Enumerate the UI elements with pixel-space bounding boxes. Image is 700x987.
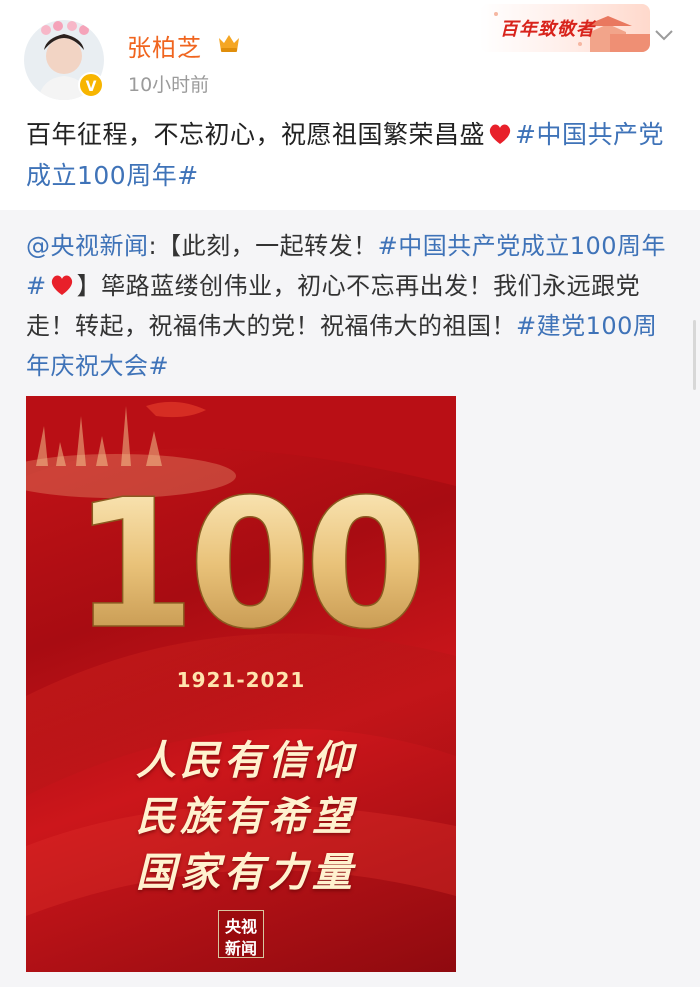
years-text: 1921-2021 <box>176 668 306 692</box>
bracket-text: 【此刻，一起转发！ <box>157 232 378 260</box>
slogan-line-3: 国家有力量 <box>136 850 356 896</box>
verified-icon: V <box>78 72 104 98</box>
poster-image[interactable]: 100 1921-2021 人民有信仰 民族有希望 国家有力量 央视 新闻 <box>26 396 456 972</box>
timestamp: 10小时前 <box>128 74 210 96</box>
repost-card[interactable]: @央视新闻:【此刻，一起转发！#中国共产党成立100周年# 】筚路蓝缕创伟业，初心… <box>0 210 700 987</box>
big-number: 100 <box>72 486 420 636</box>
post-header: V 张柏芝 10小时前 百年致敬者 <box>0 0 700 110</box>
source-mention-link[interactable]: @央视新闻 <box>26 232 149 260</box>
repost-text: @央视新闻:【此刻，一起转发！#中国共产党成立100周年# 】筚路蓝缕创伟业，初心… <box>26 226 676 386</box>
badge-label: 百年致敬者 <box>500 19 595 40</box>
heart-emoji-icon <box>489 124 511 144</box>
chevron-down-icon[interactable] <box>654 28 674 42</box>
heart-emoji-icon <box>51 275 72 295</box>
centenary-badge[interactable]: 百年致敬者 <box>480 4 650 52</box>
logo-line-2: 新闻 <box>224 939 257 958</box>
slogan-line-1: 人民有信仰 <box>136 738 356 784</box>
slogan-line-2: 民族有希望 <box>136 794 356 840</box>
username[interactable]: 张柏芝 <box>127 28 202 63</box>
post-body: 百年征程，不忘初心，祝愿祖国繁荣昌盛 #中国共产党成立100周年# <box>26 114 676 196</box>
post-text: 百年征程，不忘初心，祝愿祖国繁荣昌盛 <box>26 120 486 149</box>
big-number-graphic: 100 <box>71 486 426 636</box>
colon: : <box>148 232 158 260</box>
logo-line-1: 央视 <box>224 917 257 936</box>
scroll-indicator[interactable] <box>693 320 696 390</box>
cctv-news-logo: 央视 新闻 <box>218 910 264 958</box>
bracket-close: 】 <box>76 272 102 300</box>
vip-crown-icon[interactable] <box>217 32 241 54</box>
